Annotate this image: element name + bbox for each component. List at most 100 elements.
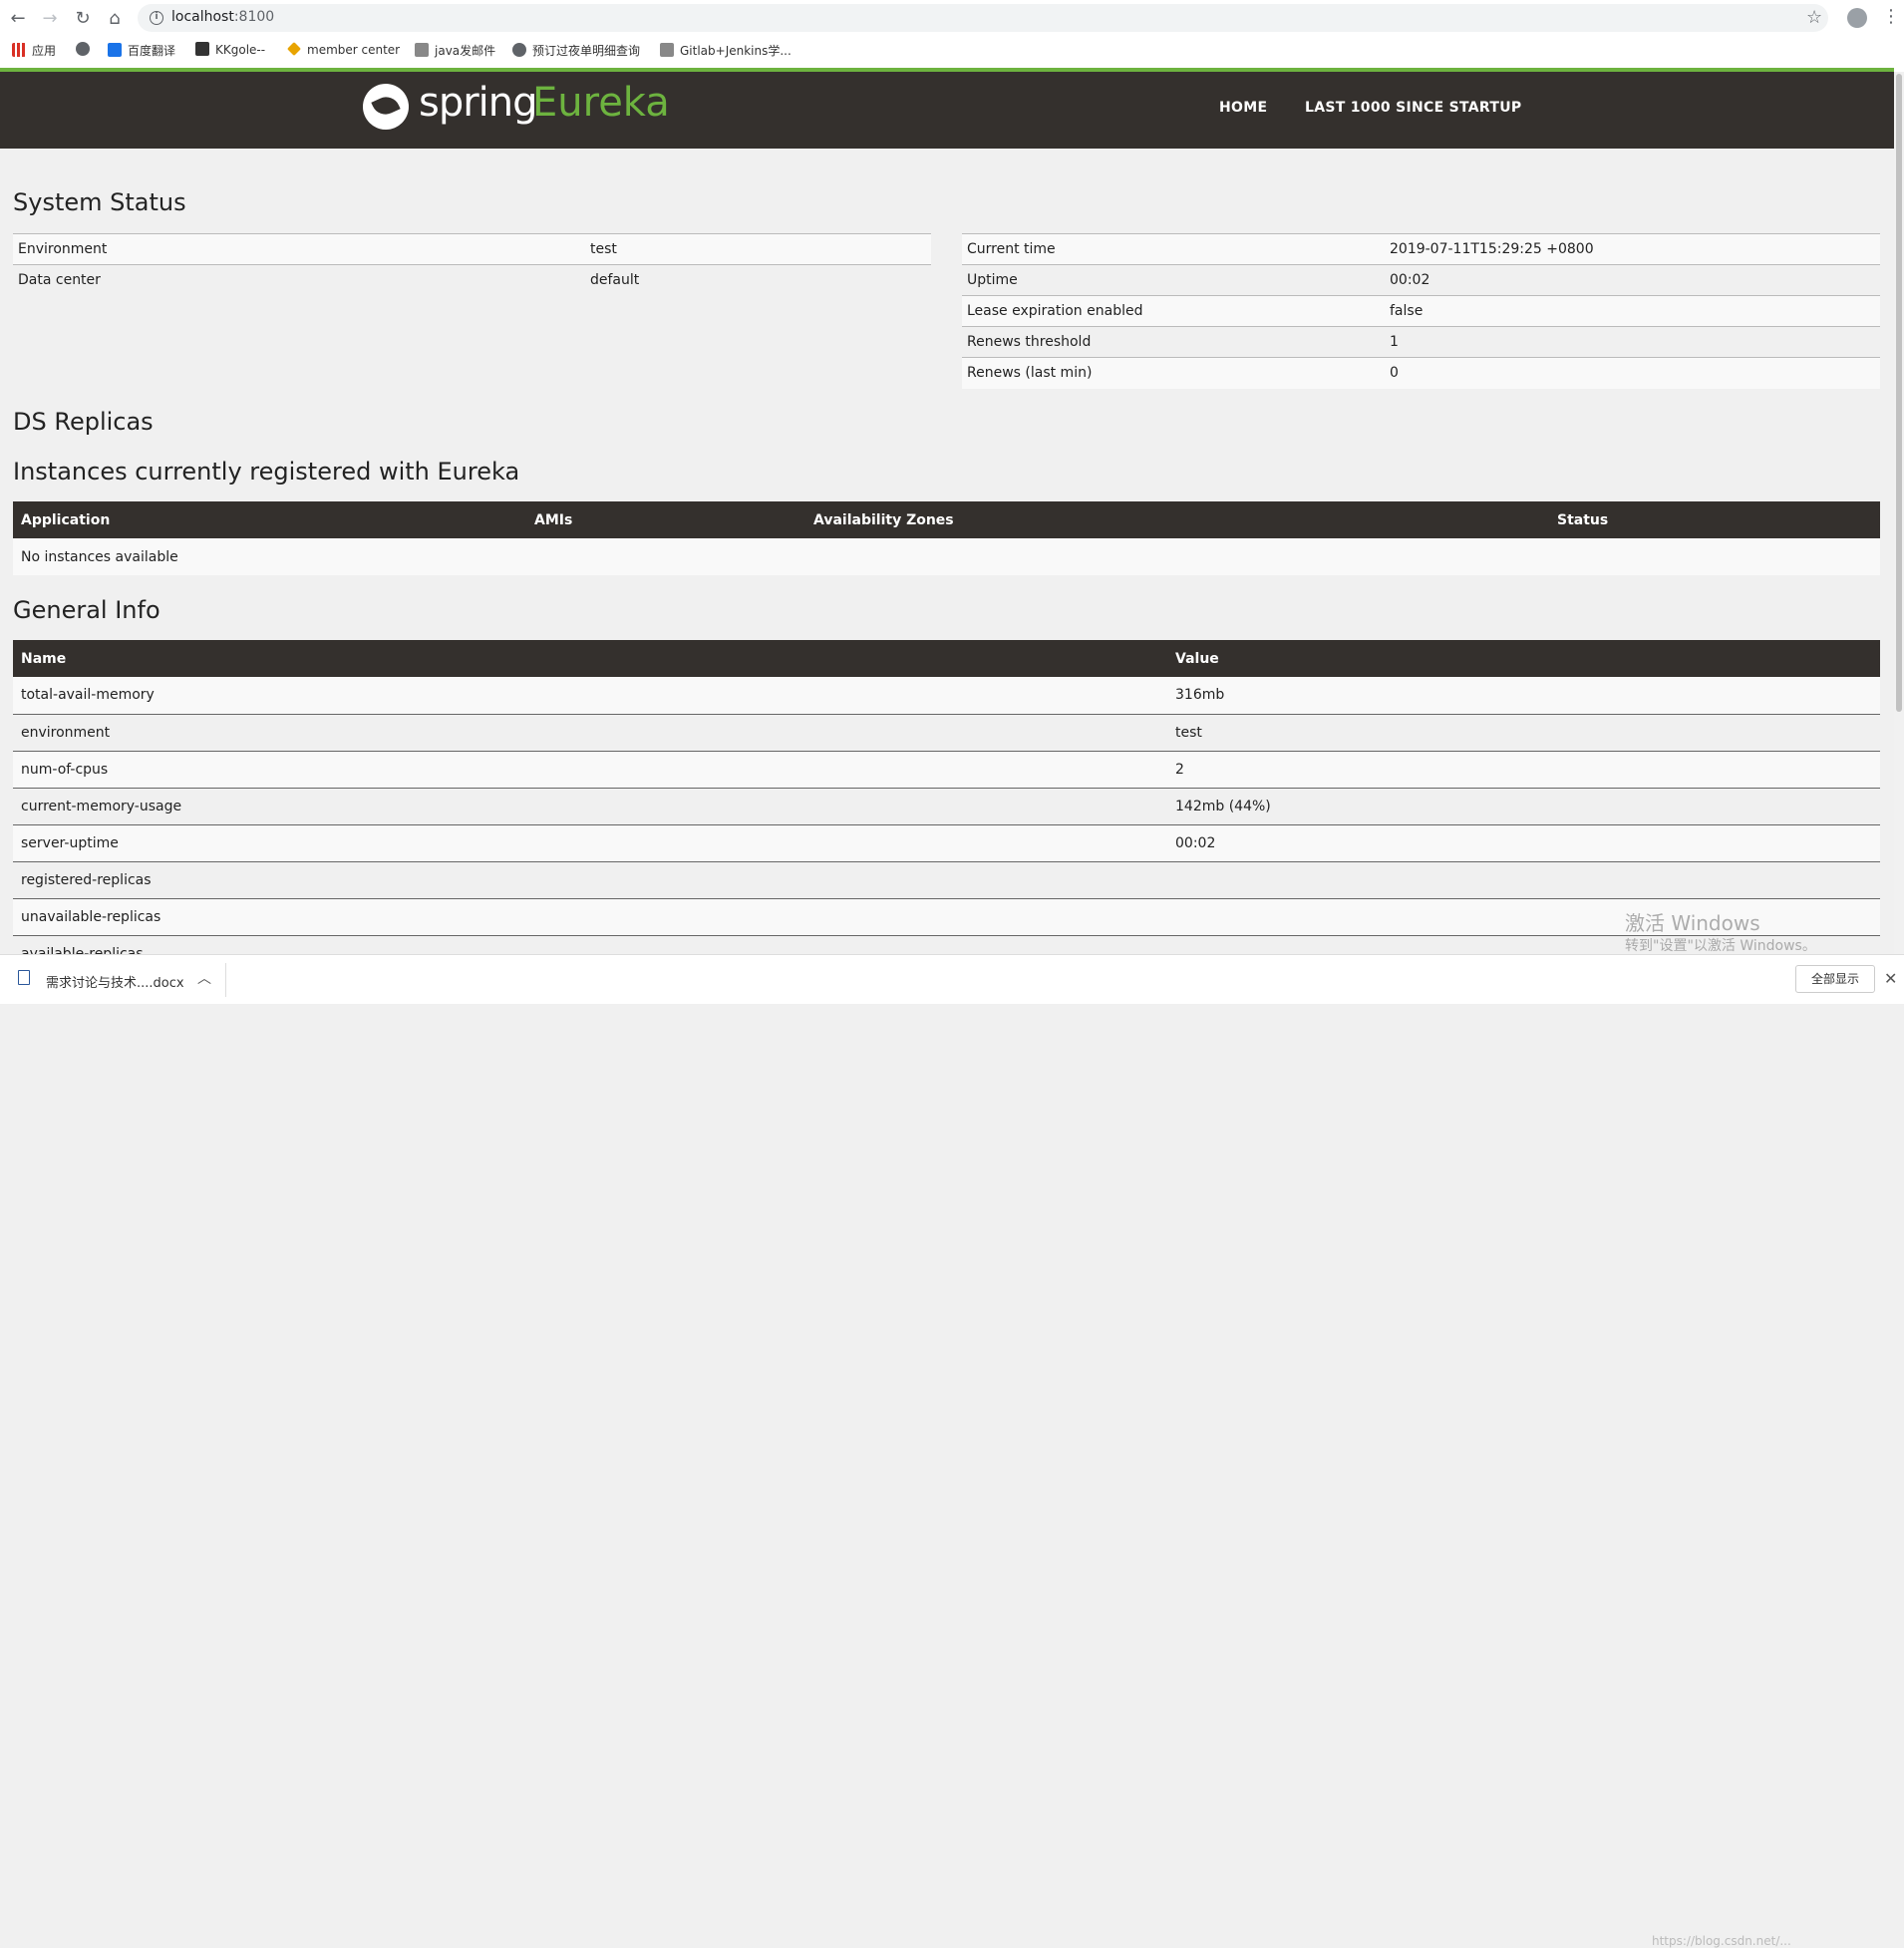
table-row: num-of-cpus 2 — [13, 751, 1880, 789]
spring-leaf-icon[interactable] — [363, 84, 409, 130]
info-name: environment — [13, 714, 1167, 752]
download-divider — [225, 963, 226, 997]
info-value: 316mb — [1167, 677, 1880, 715]
status-key: Renews (last min) — [962, 357, 1385, 389]
status-value: 1 — [1385, 326, 1880, 358]
system-status-right-table: Current time 2019-07-11T15:29:25 +0800 U… — [962, 233, 1880, 389]
status-key: Data center — [13, 264, 585, 296]
bookmark-baidu-translate[interactable]: 百度翻译 — [108, 42, 175, 59]
chevron-up-icon[interactable]: ︿ — [197, 968, 211, 988]
bookmark-label: KKgole-- — [215, 43, 266, 57]
table-row: total-avail-memory 316mb — [13, 677, 1880, 715]
table-row: server-uptime 00:02 — [13, 824, 1880, 862]
url-port: :8100 — [233, 9, 275, 25]
bookmark-globe[interactable] — [76, 42, 96, 57]
scrollbar-thumb[interactable] — [1896, 74, 1902, 712]
reload-icon[interactable]: ↻ — [72, 8, 94, 30]
col-availability-zones: Availability Zones — [805, 501, 1549, 538]
bookmark-member-center[interactable]: member center — [287, 42, 400, 57]
col-status: Status — [1549, 501, 1880, 538]
forward-arrow-icon[interactable]: → — [39, 8, 61, 30]
browser-toolbar: ← → ↻ ⌂ i localhost:8100 ☆ ⋮ 应用 百度翻译 KKg… — [0, 0, 1904, 72]
status-key: Current time — [962, 233, 1385, 265]
address-bar[interactable]: i localhost:8100 — [138, 4, 1828, 32]
table-row: Lease expiration enabled false — [962, 295, 1880, 327]
globe-icon — [512, 43, 526, 57]
brand-spring[interactable]: spring — [419, 80, 538, 126]
no-instances-message: No instances available — [13, 538, 1880, 575]
download-shelf: 需求讨论与技术....docx ︿ https://blog.csdn.net/… — [0, 954, 1904, 1948]
bookmark-label: Gitlab+Jenkins学... — [680, 44, 792, 58]
table-row: current-memory-usage 142mb (44%) — [13, 788, 1880, 825]
info-name: unavailable-replicas — [13, 898, 1167, 936]
bookmark-label: member center — [307, 43, 401, 57]
instances-title: Instances currently registered with Eure… — [13, 458, 520, 486]
download-file-name[interactable]: 需求讨论与技术....docx — [46, 972, 184, 991]
info-value: 2 — [1167, 751, 1880, 789]
info-value: 00:02 — [1167, 824, 1880, 862]
col-application: Application — [13, 501, 526, 538]
bookmarks-bar: 应用 百度翻译 KKgole-- member center java发邮件 预… — [0, 38, 1904, 64]
status-value: 00:02 — [1385, 264, 1880, 296]
ds-replicas-title: DS Replicas — [13, 408, 154, 436]
table-row: unavailable-replicas — [13, 898, 1880, 936]
col-name: Name — [13, 640, 1167, 677]
bookmark-apps[interactable]: 应用 — [12, 42, 56, 59]
bookmark-page-icon — [415, 43, 429, 57]
info-name: server-uptime — [13, 824, 1167, 862]
profile-avatar-icon[interactable] — [1847, 8, 1867, 28]
nav-last-1000-link[interactable]: LAST 1000 SINCE STARTUP — [1305, 100, 1521, 116]
status-key: Lease expiration enabled — [962, 295, 1385, 327]
info-icon[interactable]: i — [150, 11, 163, 25]
col-value: Value — [1167, 640, 1880, 677]
bookmark-kkgole[interactable]: KKgole-- — [195, 42, 265, 57]
close-icon[interactable]: ✕ — [1884, 969, 1897, 988]
show-all-button[interactable]: 全部显示 — [1795, 965, 1875, 993]
col-amis: AMIs — [526, 501, 805, 538]
url-host: localhost — [171, 9, 234, 25]
info-name: current-memory-usage — [13, 788, 1167, 825]
more-menu-icon[interactable]: ⋮ — [1882, 6, 1900, 27]
bookmark-label: 百度翻译 — [128, 44, 176, 58]
bookmark-page-icon — [660, 43, 674, 57]
info-name: registered-replicas — [13, 861, 1167, 899]
bookmark-label: 预订过夜单明细查询 — [532, 44, 641, 58]
info-name: num-of-cpus — [13, 751, 1167, 789]
status-value: test — [585, 233, 931, 265]
bookmark-label: 应用 — [32, 44, 57, 58]
translate-icon — [108, 43, 122, 57]
status-value: 0 — [1385, 357, 1880, 389]
table-row: Renews (last min) 0 — [962, 357, 1880, 389]
activate-windows-title: 激活 Windows — [1625, 911, 1760, 935]
bookmark-overnight-query[interactable]: 预订过夜单明细查询 — [512, 42, 640, 59]
table-row: Environment test — [13, 233, 931, 265]
bookmark-gitlab-jenkins[interactable]: Gitlab+Jenkins学... — [660, 42, 792, 59]
system-status-left-table: Environment test Data center default — [13, 233, 931, 296]
status-value: default — [585, 264, 931, 296]
status-key: Renews threshold — [962, 326, 1385, 358]
blog-watermark: https://blog.csdn.net/... — [1652, 1934, 1791, 1948]
table-row: Data center default — [13, 264, 931, 296]
kkgole-icon — [195, 42, 209, 56]
apps-grid-icon — [12, 43, 26, 57]
nav-home-link[interactable]: HOME — [1219, 100, 1267, 116]
table-row: No instances available — [13, 538, 1880, 575]
general-info-title: General Info — [13, 596, 160, 624]
bookmark-star-icon[interactable]: ☆ — [1806, 7, 1822, 28]
status-value: false — [1385, 295, 1880, 327]
back-arrow-icon[interactable]: ← — [7, 8, 29, 30]
status-value: 2019-07-11T15:29:25 +0800 — [1385, 233, 1880, 265]
info-value: test — [1167, 714, 1880, 752]
brand-eureka[interactable]: Eureka — [532, 80, 670, 126]
navigation-bar: ← → ↻ ⌂ i localhost:8100 ☆ ⋮ — [0, 0, 1904, 36]
table-row: Current time 2019-07-11T15:29:25 +0800 — [962, 233, 1880, 265]
url-text[interactable]: localhost:8100 — [171, 9, 274, 25]
globe-icon — [76, 42, 90, 56]
bookmark-java-mail[interactable]: java发邮件 — [415, 42, 495, 59]
table-row: registered-replicas — [13, 861, 1880, 899]
home-icon[interactable]: ⌂ — [104, 8, 126, 30]
instances-table: Application AMIs Availability Zones Stat… — [13, 501, 1880, 575]
table-row: Uptime 00:02 — [962, 264, 1880, 296]
bookmark-label: java发邮件 — [435, 44, 496, 58]
info-value — [1167, 861, 1880, 899]
